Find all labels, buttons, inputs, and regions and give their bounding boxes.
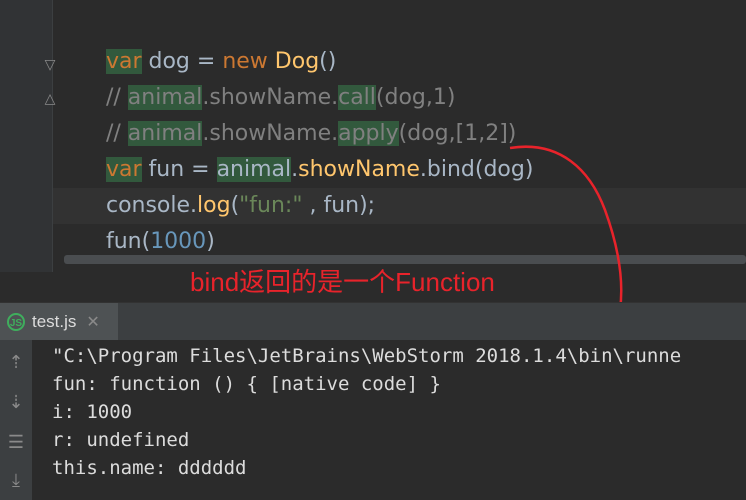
comment: (dog,[1,2]) [398, 121, 517, 146]
comment: animal [127, 85, 203, 110]
tab-test-js[interactable]: JS test.js ✕ [0, 303, 118, 341]
code-text: .bind(dog) [419, 157, 534, 182]
console-line: "C:\Program Files\JetBrains\WebStorm 201… [52, 345, 682, 367]
soft-wrap-icon[interactable]: ☰ [4, 430, 28, 454]
run-tab-bar: JS test.js ✕ [0, 302, 746, 342]
comment: .showName. [202, 85, 339, 110]
code-text: () [319, 49, 337, 74]
string-literal: "fun:" [239, 193, 303, 218]
arrow-up-icon[interactable]: ⇡ [4, 350, 28, 374]
keyword: new [222, 49, 268, 74]
keyword: var [105, 49, 142, 74]
code-text: dog = [141, 49, 223, 74]
function-name: showName [298, 157, 420, 182]
comment: .showName. [202, 121, 339, 146]
line-gutter [0, 0, 53, 272]
comment: call [338, 85, 376, 110]
function-name: log [197, 193, 231, 218]
number-literal: 1000 [150, 229, 207, 254]
keyword: var [105, 157, 142, 182]
console-output: "C:\Program Files\JetBrains\WebStorm 201… [52, 342, 681, 482]
comment: animal [127, 121, 203, 146]
code-text: animal [216, 157, 292, 182]
code-text: , fun); [302, 193, 376, 218]
comment: (dog,1) [375, 85, 456, 110]
console-line: fun: function () { [native code] } [52, 373, 441, 395]
code-text: fun( [105, 229, 151, 254]
code-line-top [64, 0, 533, 8]
fold-icon[interactable]: △ [42, 90, 58, 106]
code-text: ( [230, 193, 240, 218]
code-text: console. [105, 193, 198, 218]
code-text: fun = [141, 157, 217, 182]
function-name: Dog [267, 49, 320, 74]
scroll-to-end-icon[interactable]: ⤓ [4, 468, 28, 492]
code-line: var dog = new Dog() [64, 8, 533, 74]
code-lines: var dog = new Dog() // animal.showName.c… [64, 0, 534, 254]
tab-label: test.js [32, 312, 77, 331]
console-line: i: 1000 [52, 401, 133, 423]
fold-icon[interactable]: ▽ [42, 56, 58, 72]
comment: // [105, 121, 128, 146]
js-file-icon: JS [7, 313, 25, 331]
console-line: this.name: dddddd [52, 457, 247, 479]
run-console[interactable]: ⇡ ⇣ ☰ ⤓ "C:\Program Files\JetBrains\WebS… [0, 340, 746, 500]
console-toolbar: ⇡ ⇣ ☰ ⤓ [0, 340, 32, 500]
comment: // [105, 85, 128, 110]
annotation-label: bind返回的是一个Function [190, 267, 495, 297]
comment: apply [338, 121, 399, 146]
close-icon[interactable]: ✕ [86, 312, 99, 332]
arrow-down-icon[interactable]: ⇣ [4, 390, 28, 414]
code-editor[interactable]: ▽ △ var dog = new Dog() // animal.showNa… [0, 0, 746, 272]
console-line: r: undefined [52, 429, 190, 451]
code-text: ) [206, 229, 215, 254]
